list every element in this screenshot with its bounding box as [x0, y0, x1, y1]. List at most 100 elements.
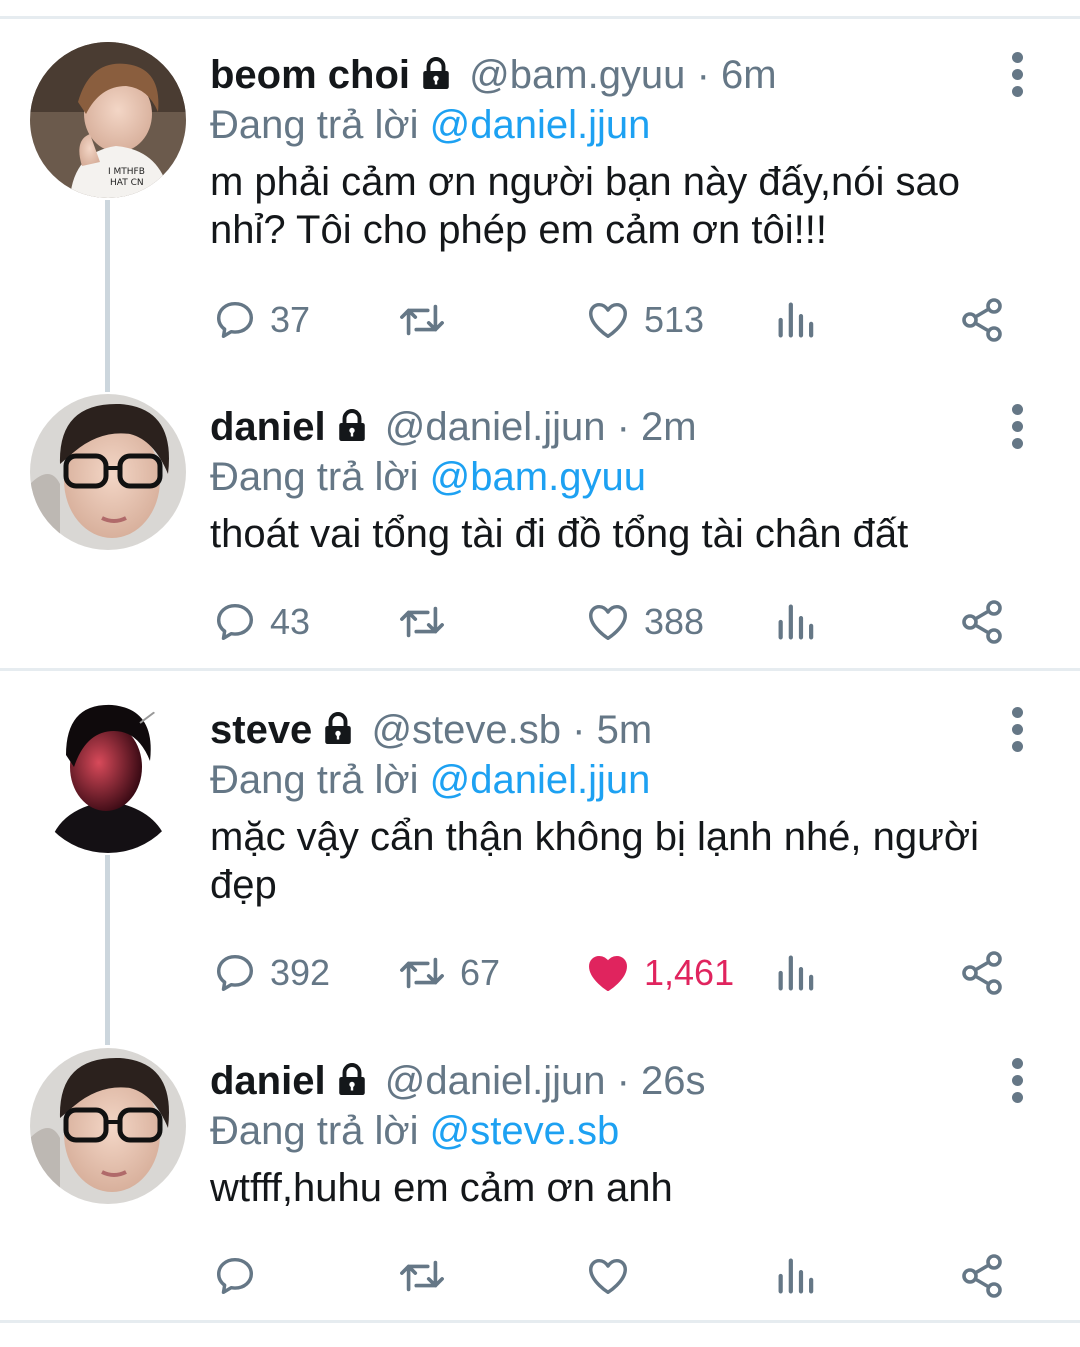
handle[interactable]: @bam.gyuu	[469, 53, 685, 97]
handle[interactable]: @steve.sb	[371, 708, 561, 752]
like-button[interactable]: 513	[584, 290, 704, 350]
like-button[interactable]: 388	[584, 592, 704, 652]
share-button[interactable]	[958, 592, 1006, 652]
reply-prefix: Đang trả lời	[210, 758, 419, 802]
separator: ·	[572, 708, 586, 752]
share-button[interactable]	[958, 943, 1006, 1003]
reply-icon	[216, 1257, 254, 1295]
reply-button[interactable]	[212, 1246, 270, 1306]
reply-button[interactable]: 37	[212, 290, 310, 350]
analytics-button[interactable]	[776, 1246, 816, 1306]
separator: ·	[696, 53, 710, 97]
reply-prefix: Đang trả lời	[210, 103, 419, 147]
reply-context: Đang trả lời @steve.sb	[210, 1104, 619, 1158]
retweet-button[interactable]	[396, 592, 460, 652]
retweet-icon	[400, 606, 444, 638]
top-divider	[0, 16, 1080, 19]
reply-context: Đang trả lời @bam.gyuu	[210, 450, 646, 504]
retweet-icon	[400, 1260, 444, 1292]
reply-context: Đang trả lời @daniel.jjun	[210, 98, 650, 152]
more-icon[interactable]	[1000, 52, 1034, 102]
mention-link[interactable]: @daniel.jjun	[430, 758, 651, 802]
svg-text:HAT CN: HAT CN	[110, 178, 144, 188]
reply-count: 37	[270, 299, 311, 340]
analytics-icon	[778, 955, 814, 991]
tweet-actions: 37 513	[0, 290, 1080, 350]
like-count: 513	[644, 299, 705, 340]
mention-link[interactable]: @daniel.jjun	[430, 103, 651, 147]
retweet-button[interactable]	[396, 1246, 460, 1306]
separator: ·	[616, 405, 630, 449]
like-button[interactable]: 1,461	[584, 943, 734, 1003]
display-name[interactable]: steve	[210, 708, 312, 752]
display-name[interactable]: daniel	[210, 1059, 326, 1103]
heart-icon	[589, 955, 627, 992]
mention-link[interactable]: @steve.sb	[430, 1109, 620, 1153]
timestamp[interactable]: 6m	[721, 53, 777, 97]
avatar[interactable]: I MTHFB HAT CN	[30, 42, 186, 198]
retweet-count: 67	[460, 952, 501, 993]
reply-icon	[216, 301, 254, 339]
analytics-button[interactable]	[776, 592, 816, 652]
display-name[interactable]: beom choi	[210, 53, 410, 97]
display-name[interactable]: daniel	[210, 405, 326, 449]
heart-icon	[589, 1258, 627, 1295]
tweet-actions	[0, 1246, 1080, 1306]
retweet-icon	[400, 304, 444, 336]
share-icon	[962, 600, 1002, 644]
heart-icon	[589, 302, 627, 339]
reply-prefix: Đang trả lời	[210, 1109, 419, 1153]
share-button[interactable]	[958, 290, 1006, 350]
timestamp[interactable]: 5m	[597, 708, 653, 752]
tweet-actions: 392 67 1,461	[0, 943, 1080, 1003]
like-button[interactable]	[584, 1246, 644, 1306]
reply-icon	[216, 603, 254, 641]
tweet-text: m phải cảm ơn người bạn này đấy,nói sao …	[210, 160, 961, 252]
share-icon	[962, 951, 1002, 995]
avatar[interactable]	[30, 1048, 186, 1204]
reply-count: 43	[270, 601, 311, 642]
analytics-icon	[778, 1258, 814, 1294]
retweet-button[interactable]	[396, 290, 460, 350]
more-icon[interactable]	[1000, 404, 1034, 454]
reply-button[interactable]: 43	[212, 592, 310, 652]
handle[interactable]: @daniel.jjun	[385, 405, 606, 449]
timestamp[interactable]: 2m	[641, 405, 697, 449]
tweet-text: wtfff,huhu em cảm ơn anh	[210, 1166, 673, 1210]
like-count: 388	[644, 601, 705, 642]
timestamp[interactable]: 26s	[641, 1059, 706, 1103]
conversation-divider	[0, 668, 1080, 671]
analytics-icon	[778, 302, 814, 338]
retweet-button[interactable]: 67	[396, 943, 500, 1003]
reply-count: 392	[270, 952, 331, 993]
like-count: 1,461	[644, 952, 735, 993]
retweet-icon	[400, 957, 444, 989]
reply-icon	[216, 954, 254, 992]
analytics-button[interactable]	[776, 943, 816, 1003]
share-icon	[962, 1254, 1002, 1298]
share-button[interactable]	[958, 1246, 1006, 1306]
tweet-text: mặc vậy cẩn thận không bị lạnh nhé, ngườ…	[210, 815, 980, 907]
svg-text:I MTHFB: I MTHFB	[108, 167, 145, 177]
reply-prefix: Đang trả lời	[210, 455, 419, 499]
analytics-icon	[778, 604, 814, 640]
reply-context: Đang trả lời @daniel.jjun	[210, 753, 650, 807]
more-icon[interactable]	[1000, 1058, 1034, 1108]
avatar[interactable]	[30, 697, 186, 853]
share-icon	[962, 298, 1002, 342]
handle[interactable]: @daniel.jjun	[385, 1059, 606, 1103]
tweet-actions: 43 388	[0, 592, 1080, 652]
avatar[interactable]	[30, 394, 186, 550]
tweet[interactable]: I MTHFB HAT CN beom choi @bam.gyuu · 6m …	[0, 42, 1080, 352]
mention-link[interactable]: @bam.gyuu	[430, 455, 646, 499]
separator: ·	[616, 1059, 630, 1103]
tweet[interactable]: daniel @daniel.jjun · 26s Đang trả lời @…	[0, 1048, 1080, 1318]
tweet[interactable]: steve @steve.sb · 5m Đang trả lời @danie…	[0, 697, 1080, 1027]
reply-button[interactable]: 392	[212, 943, 330, 1003]
tweet-text: thoát vai tổng tài đi đồ tổng tài chân đ…	[210, 512, 909, 556]
tweet[interactable]: daniel @daniel.jjun · 2m Đang trả lời @b…	[0, 394, 1080, 664]
heart-icon	[589, 604, 627, 641]
bottom-divider	[0, 1320, 1080, 1323]
analytics-button[interactable]	[776, 290, 816, 350]
more-icon[interactable]	[1000, 707, 1034, 757]
